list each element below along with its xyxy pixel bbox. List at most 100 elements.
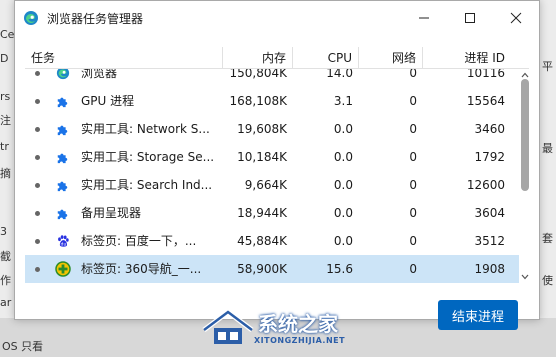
house-logo-icon [202, 308, 254, 344]
table-header: 任务 内存 CPU 网络 进程 ID [25, 47, 529, 69]
baidu-paw-icon: du [55, 233, 71, 249]
network-cell: 0 [409, 94, 417, 108]
task-cell: 实用工具: Network S... [25, 115, 223, 143]
background-text: 使 [542, 274, 553, 287]
table-row[interactable]: 备用呈现器 18,944K 0.0 0 3604 [25, 199, 519, 227]
minimize-button[interactable] [401, 1, 447, 35]
network-cell: 0 [409, 69, 417, 80]
table-row[interactable]: 实用工具: Storage Se... 10,184K 0.0 0 1792 [25, 143, 519, 171]
table-row[interactable]: 实用工具: Search Ind... 9,664K 0.0 0 12600 [25, 171, 519, 199]
memory-cell: 45,884K [237, 234, 287, 248]
title-bar[interactable]: 浏览器任务管理器 [15, 1, 539, 35]
360-navigation-icon [55, 261, 71, 277]
background-app-right: 平 最 套 使 [540, 0, 556, 357]
cpu-cell: 3.1 [333, 94, 353, 108]
row-list: 浏览器 150,804K 14.0 0 10116 GPU 进程 168,108K 3.1 0 1… [25, 69, 519, 283]
network-cell: 0 [409, 150, 417, 164]
cpu-cell: 0.0 [333, 206, 353, 220]
edge-icon [55, 69, 71, 81]
task-cell: 标签页: 360导航_一... [25, 255, 223, 283]
chevron-up-icon [521, 72, 529, 78]
scroll-thumb[interactable] [521, 79, 529, 191]
task-cell: du 标签页: 百度一下，... [25, 227, 223, 255]
process-table: 任务 内存 CPU 网络 进程 ID 浏览器 150,804K 14.0 0 10116… [25, 47, 529, 283]
task-name: 备用呈现器 [81, 206, 142, 220]
pid-cell: 10116 [466, 69, 505, 80]
memory-cell: 150,804K [229, 69, 288, 80]
window-title: 浏览器任务管理器 [47, 11, 144, 26]
pid-cell: 3604 [474, 206, 505, 220]
cpu-cell: 0.0 [333, 178, 353, 192]
cpu-cell: 0.0 [333, 122, 353, 136]
cpu-cell: 0.0 [333, 234, 353, 248]
maximize-button[interactable] [447, 1, 493, 35]
cpu-cell: 15.6 [326, 262, 353, 276]
column-header-memory[interactable]: 内存 [223, 47, 293, 69]
bullet-icon [35, 266, 40, 272]
network-cell: 0 [409, 178, 417, 192]
task-name: 实用工具: Search Ind... [81, 178, 213, 192]
column-header-pid[interactable]: 进程 ID [423, 47, 511, 69]
table-row[interactable]: 标签页: 360导航_一... 58,900K 15.6 0 1908 [25, 255, 519, 283]
watermark-text: 系统之家 [258, 312, 338, 336]
background-text: 摘 [0, 167, 11, 180]
background-text: 截 [0, 250, 11, 263]
background-text: 注 [0, 114, 11, 127]
network-cell: 0 [409, 262, 417, 276]
column-header-cpu[interactable]: CPU [293, 47, 359, 69]
background-text: tr [0, 140, 9, 153]
bullet-icon [35, 98, 40, 104]
puzzle-icon [55, 205, 71, 221]
close-icon [510, 12, 522, 24]
task-name: GPU 进程 [81, 94, 135, 108]
close-button[interactable] [493, 1, 539, 35]
background-text: rs [0, 90, 11, 103]
task-manager-window: 浏览器任务管理器 任务 内存 CPU 网络 进程 ID 浏览器 150,804K 1… [14, 0, 540, 320]
pid-cell: 1908 [474, 262, 505, 276]
column-header-task[interactable]: 任务 [25, 47, 223, 69]
memory-cell: 58,900K [237, 262, 287, 276]
background-text: 最 [542, 142, 553, 155]
vertical-scrollbar[interactable] [519, 69, 531, 283]
table-row[interactable]: 实用工具: Network S... 19,608K 0.0 0 3460 [25, 115, 519, 143]
background-app-left: Ce D rs 注 tr 摘 3 截 作 ar [0, 0, 14, 357]
end-process-button[interactable]: 结束进程 [438, 300, 518, 330]
window-controls [401, 1, 539, 35]
cpu-cell: 14.0 [326, 69, 353, 80]
puzzle-icon [55, 177, 71, 193]
task-name: 标签页: 360导航_一... [81, 262, 202, 276]
maximize-icon [465, 13, 475, 23]
minimize-icon [419, 17, 429, 19]
memory-cell: 9,664K [244, 178, 287, 192]
puzzle-icon [55, 149, 71, 165]
svg-text:du: du [61, 242, 67, 248]
bullet-icon [35, 238, 40, 244]
task-name: 实用工具: Network S... [81, 122, 210, 136]
task-cell: 实用工具: Storage Se... [25, 143, 223, 171]
network-cell: 0 [409, 206, 417, 220]
table-row[interactable]: du 标签页: 百度一下，... 45,884K 0.0 0 3512 [25, 227, 519, 255]
table-row[interactable]: 浏览器 150,804K 14.0 0 10116 [25, 69, 519, 87]
task-name: 标签页: 百度一下，... [81, 234, 197, 248]
column-header-network[interactable]: 网络 [359, 47, 423, 69]
cpu-cell: 0.0 [333, 150, 353, 164]
network-cell: 0 [409, 234, 417, 248]
background-text: 套 [542, 232, 553, 245]
background-text: ar [0, 296, 12, 309]
memory-cell: 18,944K [237, 206, 287, 220]
background-text: 作 [0, 274, 11, 287]
memory-cell: 19,608K [237, 122, 287, 136]
table-row[interactable]: GPU 进程 168,108K 3.1 0 15564 [25, 87, 519, 115]
network-cell: 0 [409, 122, 417, 136]
table-body[interactable]: 浏览器 150,804K 14.0 0 10116 GPU 进程 168,108K 3.1 0 1… [25, 69, 519, 283]
background-text: D [0, 52, 9, 65]
background-text: Ce [0, 28, 15, 41]
task-cell: 备用呈现器 [25, 199, 223, 227]
memory-cell: 168,108K [229, 94, 288, 108]
task-name: 实用工具: Storage Se... [81, 150, 215, 164]
memory-cell: 10,184K [237, 150, 287, 164]
scroll-down-button[interactable] [519, 271, 531, 283]
bullet-icon [35, 182, 40, 188]
pid-cell: 3460 [474, 122, 505, 136]
edge-icon [23, 10, 39, 26]
